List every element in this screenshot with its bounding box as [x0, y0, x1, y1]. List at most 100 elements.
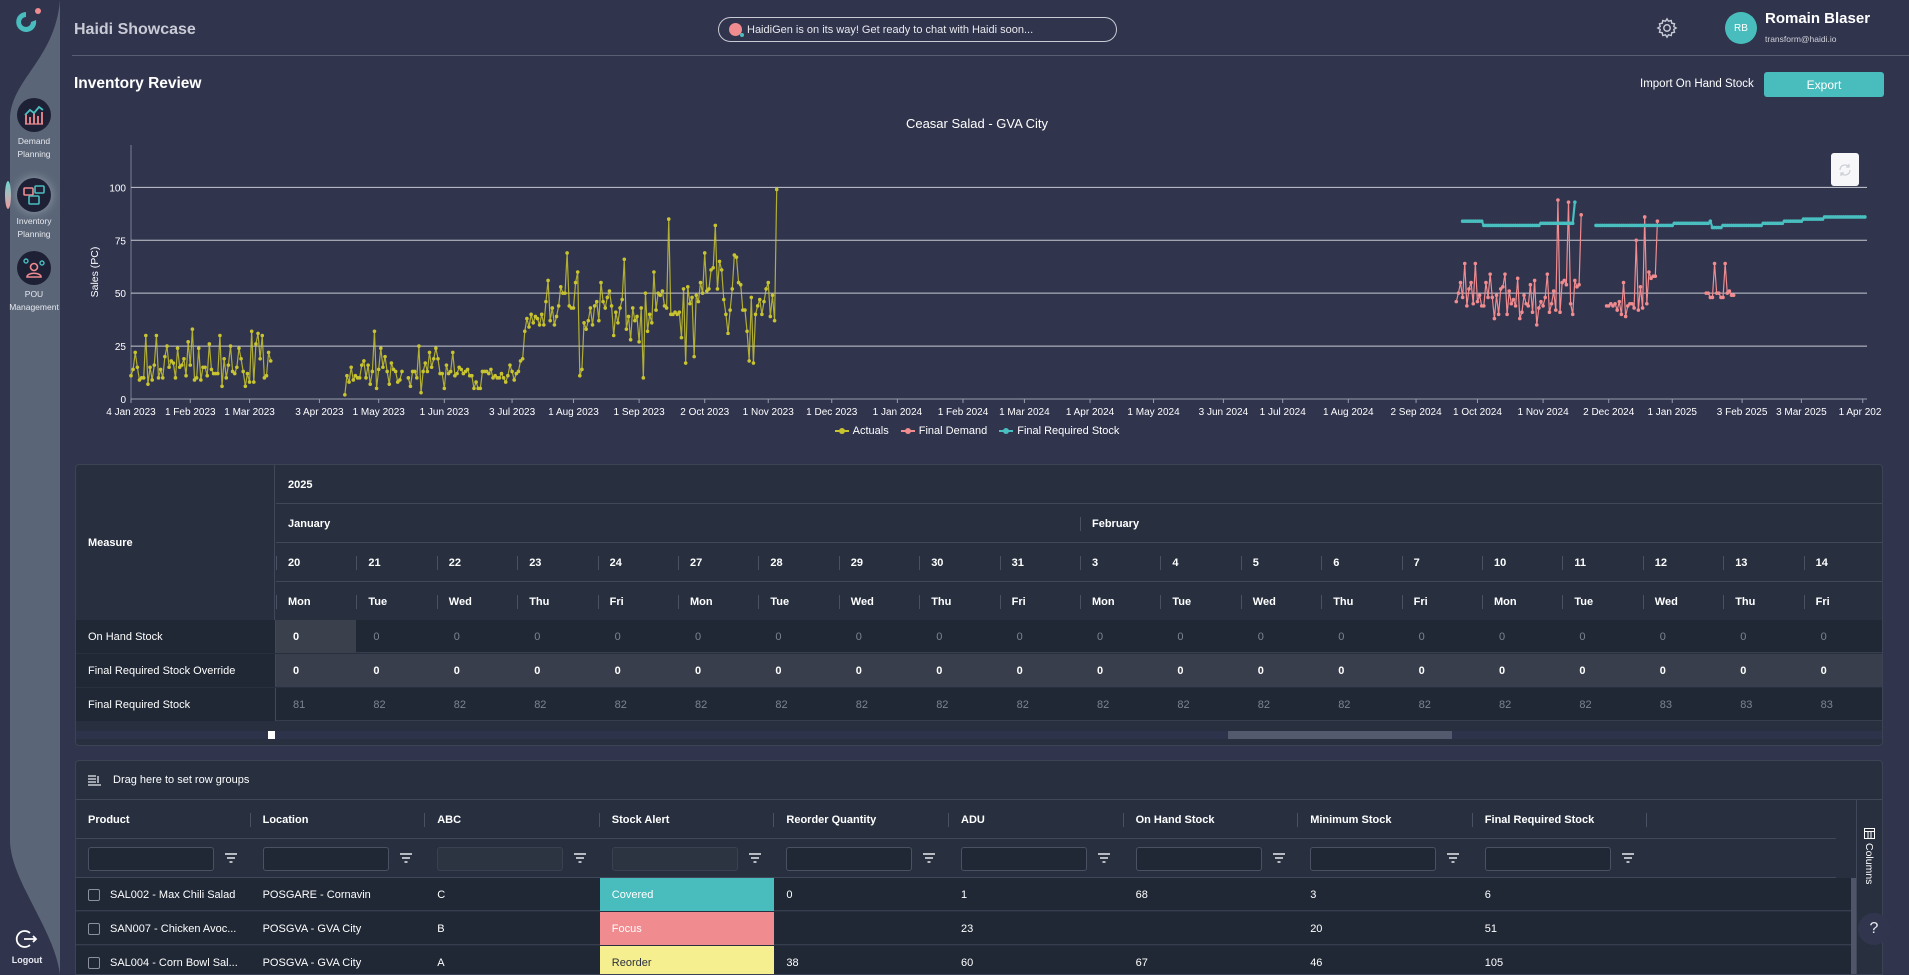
- pivot-cell[interactable]: 0: [1723, 620, 1803, 653]
- pivot-cell[interactable]: 0: [1402, 654, 1482, 687]
- column-header-minimum-stock[interactable]: Minimum Stock: [1298, 800, 1473, 839]
- pivot-cell[interactable]: 0: [839, 654, 919, 687]
- filter-input-abc[interactable]: [437, 847, 564, 871]
- filter-input-final-required-stock[interactable]: [1484, 847, 1611, 871]
- pivot-cell[interactable]: 0: [839, 620, 919, 653]
- table-row[interactable]: SAL002 - Max Chili Salad POSGARE - Cornav…: [76, 878, 1862, 911]
- announcement-banner[interactable]: HaidiGen is on its way! Get ready to cha…: [718, 17, 1117, 42]
- pivot-cell[interactable]: 0: [758, 654, 838, 687]
- data-point: [455, 371, 459, 376]
- column-header-location[interactable]: Location: [251, 800, 426, 839]
- pivot-cell[interactable]: 0: [1562, 620, 1642, 653]
- filter-icon[interactable]: [224, 852, 238, 864]
- legend-item-final-demand[interactable]: Final Demand: [900, 425, 987, 437]
- column-header-product[interactable]: Product: [76, 800, 251, 839]
- pivot-cell[interactable]: 0: [1241, 620, 1321, 653]
- pivot-cell[interactable]: 0: [1723, 654, 1803, 687]
- row-checkbox[interactable]: [88, 922, 100, 935]
- sidebar-item-demand-planning[interactable]: Demand Planning: [0, 98, 68, 161]
- filter-input-reorder-quantity[interactable]: [786, 847, 913, 871]
- filter-icon[interactable]: [573, 852, 587, 864]
- pivot-cell[interactable]: 0: [276, 654, 356, 687]
- logout-button[interactable]: Logout: [8, 928, 46, 965]
- data-point: [1573, 200, 1577, 204]
- pivot-cell[interactable]: 0: [1482, 620, 1562, 653]
- chart-reset-button[interactable]: [1831, 153, 1859, 186]
- cell-text: POSGVA - GVA City: [262, 956, 362, 969]
- pivot-cell[interactable]: 0: [1000, 620, 1080, 653]
- column-header-abc[interactable]: ABC: [425, 800, 600, 839]
- filter-input-stock-alert[interactable]: [611, 847, 738, 871]
- filter-input-location[interactable]: [262, 847, 389, 871]
- data-point: [542, 323, 546, 327]
- pivot-cell[interactable]: 0: [1080, 654, 1160, 687]
- pivot-cell[interactable]: 0: [1643, 620, 1723, 653]
- pivot-cell[interactable]: 0: [356, 654, 436, 687]
- sidebar-item-pou-management[interactable]: POU Management: [0, 251, 68, 314]
- pivot-cell[interactable]: 0: [437, 654, 517, 687]
- filter-icon[interactable]: [1272, 852, 1286, 864]
- filter-input-product[interactable]: [88, 847, 214, 871]
- data-point: [205, 373, 210, 378]
- pivot-cell[interactable]: 0: [276, 620, 357, 653]
- column-header-on-hand-stock[interactable]: On Hand Stock: [1124, 800, 1299, 839]
- filter-icon[interactable]: [1097, 852, 1111, 864]
- pivot-cell[interactable]: 0: [1804, 620, 1882, 653]
- pivot-cell[interactable]: 0: [598, 654, 678, 687]
- row-group-drop-zone[interactable]: Drag here to set row groups: [76, 761, 1882, 800]
- pivot-cell[interactable]: 0: [1000, 654, 1080, 687]
- filter-icon[interactable]: [399, 852, 413, 864]
- pivot-cell[interactable]: 0: [678, 620, 758, 653]
- legend-item-actuals[interactable]: Actuals: [834, 425, 889, 437]
- export-button[interactable]: Export: [1764, 72, 1884, 97]
- table-row[interactable]: SAN007 - Chicken Avoc... POSGVA - GVA Cit…: [76, 912, 1862, 945]
- pivot-cell[interactable]: 0: [1562, 654, 1642, 687]
- row-checkbox[interactable]: [88, 888, 100, 901]
- help-button[interactable]: ?: [1858, 913, 1890, 945]
- filter-input-on-hand-stock[interactable]: [1135, 847, 1262, 871]
- pivot-cell[interactable]: 0: [1321, 620, 1401, 653]
- filter-icon[interactable]: [748, 852, 762, 864]
- settings-gear-icon[interactable]: [1656, 17, 1678, 39]
- pivot-cell[interactable]: 0: [598, 620, 678, 653]
- pivot-cell[interactable]: 0: [919, 620, 999, 653]
- sidebar-item-inventory-planning[interactable]: Inventory Planning: [0, 178, 68, 241]
- filter-icon[interactable]: [922, 852, 936, 864]
- column-header-final-required-stock[interactable]: Final Required Stock: [1473, 800, 1648, 839]
- pivot-cell[interactable]: 0: [437, 620, 517, 653]
- pivot-cell[interactable]: 0: [1321, 654, 1401, 687]
- pivot-cell[interactable]: 0: [919, 654, 999, 687]
- filter-input-minimum-stock[interactable]: [1310, 847, 1437, 871]
- filter-icon[interactable]: [1621, 852, 1635, 864]
- pivot-cell[interactable]: 0: [678, 654, 758, 687]
- column-header-stock-alert[interactable]: Stock Alert: [600, 800, 775, 839]
- pivot-cell[interactable]: 0: [1160, 654, 1240, 687]
- pivot-cell[interactable]: 0: [356, 620, 436, 653]
- pivot-horizontal-scrollbar[interactable]: [76, 731, 1882, 739]
- column-header-adu[interactable]: ADU: [949, 800, 1124, 839]
- cell-text: 51: [1484, 922, 1498, 935]
- table-row[interactable]: SAL004 - Corn Bowl Sal... POSGVA - GVA Ci…: [76, 946, 1862, 974]
- columns-tool-button[interactable]: Columns: [1863, 828, 1875, 884]
- pivot-scroll-thumb[interactable]: [1228, 731, 1452, 739]
- pivot-cell[interactable]: 0: [517, 620, 597, 653]
- column-header-reorder-quantity[interactable]: Reorder Quantity: [774, 800, 949, 839]
- pivot-cell[interactable]: 0: [1080, 620, 1160, 653]
- row-checkbox[interactable]: [88, 956, 100, 969]
- pivot-cell[interactable]: 0: [517, 654, 597, 687]
- import-on-hand-stock-button[interactable]: Import On Hand Stock: [1640, 78, 1754, 90]
- filter-input-adu[interactable]: [961, 847, 1087, 871]
- pivot-cell[interactable]: 0: [1241, 654, 1321, 687]
- data-point: [1467, 287, 1471, 291]
- filter-icon[interactable]: [1446, 852, 1460, 864]
- user-avatar[interactable]: RB: [1725, 12, 1757, 44]
- pivot-cell[interactable]: 0: [1482, 654, 1562, 687]
- pivot-cell[interactable]: 0: [1804, 654, 1882, 687]
- cell-reorder-qty: [774, 912, 949, 945]
- pivot-cell[interactable]: 0: [1402, 620, 1482, 653]
- pivot-cell[interactable]: 0: [1643, 654, 1723, 687]
- pivot-cell[interactable]: 0: [1160, 620, 1240, 653]
- pivot-cell[interactable]: 0: [758, 620, 838, 653]
- data-point: [406, 376, 411, 380]
- legend-item-final-required-stock[interactable]: Final Required Stock: [999, 425, 1119, 437]
